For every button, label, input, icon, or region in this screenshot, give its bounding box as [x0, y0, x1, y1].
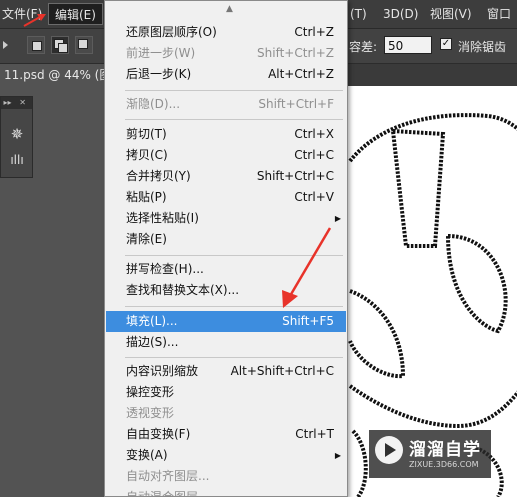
watermark: 溜溜自学 ZIXUE.3D66.COM [369, 430, 491, 478]
annotation-layer [23, 14, 332, 308]
watermark-subtitle: ZIXUE.3D66.COM [409, 460, 479, 469]
play-logo-icon [375, 436, 403, 464]
watermark-title: 溜溜自学 [409, 440, 481, 460]
annotation-arrow-fill [282, 227, 332, 308]
annotation-arrow-edit [23, 14, 46, 27]
